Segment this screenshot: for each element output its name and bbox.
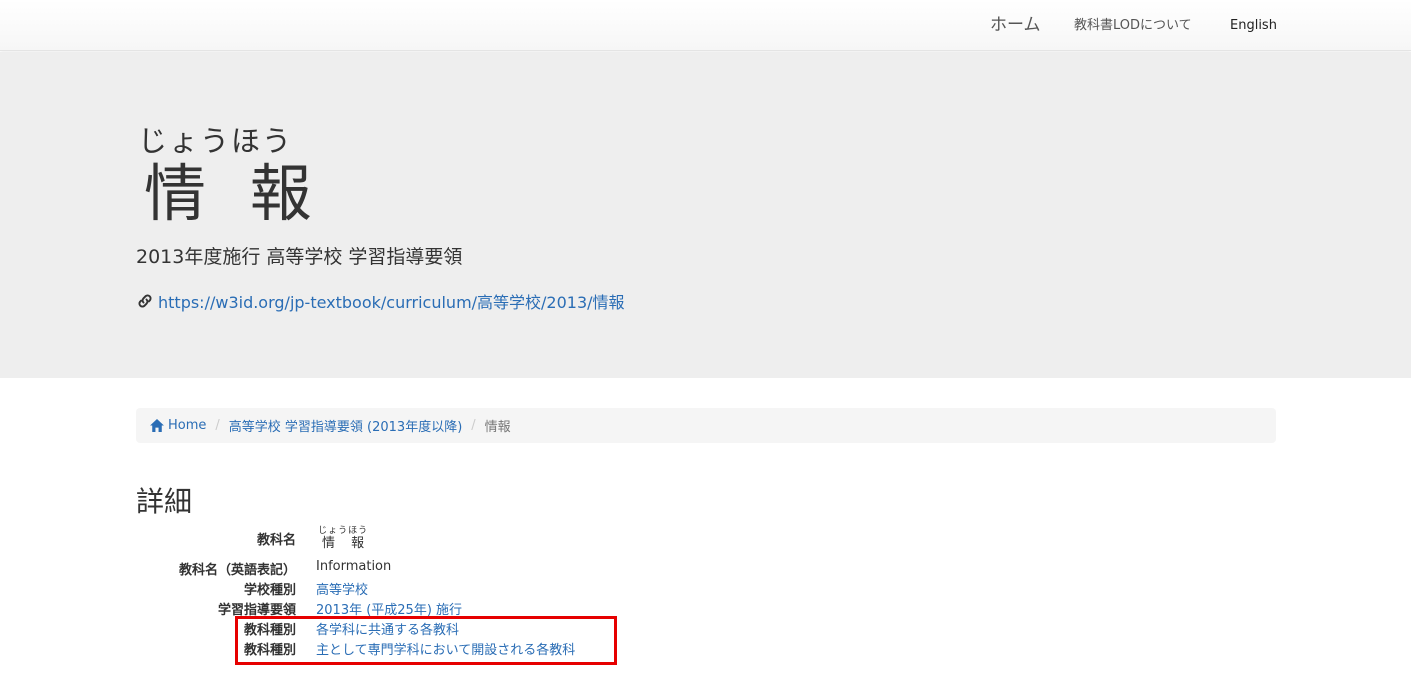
jumbotron: じょうほう 情 報 2013年度施行 高等学校 学習指導要領 https://w… xyxy=(0,52,1411,378)
breadcrumb-curriculum-link[interactable]: 高等学校 学習指導要領 (2013年度以降) xyxy=(229,416,463,435)
detail-value-english-name: Information xyxy=(316,559,392,574)
nav-home-link[interactable]: ホーム xyxy=(990,0,1041,51)
school-type-link[interactable]: 高等学校 xyxy=(316,583,368,598)
detail-label-english-name: 教科名（英語表記） xyxy=(178,563,296,578)
breadcrumb-separator: / xyxy=(215,418,220,433)
subject-name-ruby: じょうほう 情 報 xyxy=(316,526,370,552)
details-heading: 詳細 xyxy=(136,485,193,518)
subject-name-reading: じょうほう xyxy=(318,526,369,536)
home-icon xyxy=(150,419,164,432)
subject-title: 情 報 xyxy=(144,157,324,230)
breadcrumb-home-label: Home xyxy=(168,418,207,433)
uri-link[interactable]: https://w3id.org/jp-textbook/curriculum/… xyxy=(158,289,625,313)
subject-name-base: 情 報 xyxy=(322,536,371,551)
curriculum-subtitle: 2013年度施行 高等学校 学習指導要領 xyxy=(136,246,463,268)
uri-row: https://w3id.org/jp-textbook/curriculum/… xyxy=(136,288,625,314)
detail-value-subject-name: じょうほう 情 報 xyxy=(316,526,370,552)
breadcrumb: Home / 高等学校 学習指導要領 (2013年度以降) / 情報 xyxy=(136,408,1276,443)
breadcrumb-current: 情報 xyxy=(484,420,511,435)
link-icon xyxy=(138,294,152,308)
detail-label-subject-name: 教科名 xyxy=(256,533,296,548)
highlight-box xyxy=(235,616,617,665)
detail-value-school-type: 高等学校 xyxy=(316,579,368,598)
subject-reading: じょうほう xyxy=(138,124,294,158)
nav-about-link[interactable]: 教科書LODについて xyxy=(1074,0,1192,51)
breadcrumb-separator: / xyxy=(471,418,476,433)
detail-label-school-type: 学校種別 xyxy=(243,583,296,598)
top-navbar: ホーム 教科書LODについて English xyxy=(0,0,1411,51)
nav-english-link[interactable]: English xyxy=(1230,0,1277,51)
breadcrumb-home-link[interactable]: Home xyxy=(150,418,206,433)
